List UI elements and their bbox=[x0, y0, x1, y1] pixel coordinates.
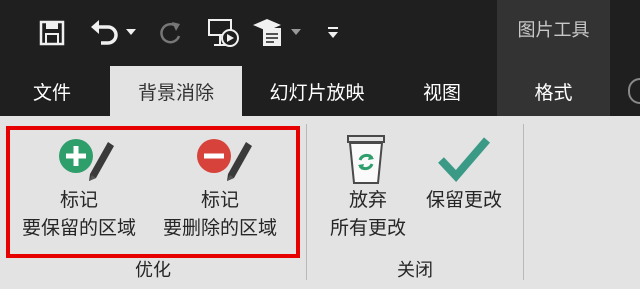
undo-dropdown-icon[interactable] bbox=[123, 22, 139, 42]
highlight-box bbox=[6, 126, 300, 258]
tab-background-removal[interactable]: 背景消除 bbox=[110, 66, 242, 116]
discard-icon bbox=[344, 134, 388, 186]
keep-changes-label: 保留更改 bbox=[425, 189, 502, 211]
group-divider bbox=[523, 124, 524, 280]
save-icon[interactable] bbox=[37, 18, 67, 48]
from-beginning-icon[interactable] bbox=[205, 14, 241, 50]
discard-all-changes-button[interactable]: 放弃 所有更改 bbox=[318, 132, 418, 247]
keep-changes-icon bbox=[438, 136, 491, 182]
undo-icon[interactable] bbox=[88, 16, 122, 48]
keep-changes-button[interactable]: 保留更改 bbox=[416, 132, 512, 222]
tab-format[interactable]: 格式 bbox=[497, 66, 610, 116]
redo-icon[interactable] bbox=[155, 16, 185, 48]
group-divider bbox=[306, 124, 307, 280]
discard-label-line2: 所有更改 bbox=[329, 217, 406, 239]
contextual-tab-group-label: 图片工具 bbox=[517, 20, 590, 41]
discard-label-line1: 放弃 bbox=[348, 189, 387, 211]
present-icon[interactable] bbox=[250, 14, 286, 50]
group-label-close: 关闭 bbox=[397, 260, 433, 281]
tab-slide-show[interactable]: 幻灯片放映 bbox=[252, 66, 382, 116]
customize-icon[interactable] bbox=[323, 22, 343, 44]
tab-view[interactable]: 视图 bbox=[396, 66, 488, 116]
group-label-refine: 优化 bbox=[135, 260, 171, 281]
present-dropdown-icon[interactable] bbox=[288, 22, 304, 42]
tab-file[interactable]: 文件 bbox=[8, 66, 96, 116]
